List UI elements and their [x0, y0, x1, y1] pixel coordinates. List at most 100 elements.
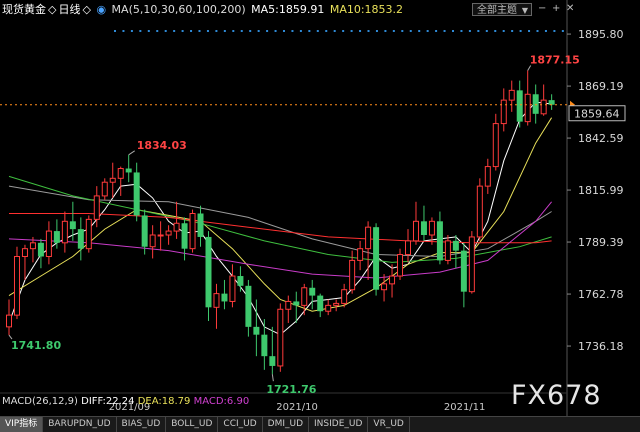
tab-vr-ud[interactable]: VR_UD — [368, 417, 410, 432]
info-dot — [333, 30, 336, 32]
candle — [69, 201, 76, 241]
chart-header: 现货黄金 ◇ 日线 ◇ ◉ MA(5,10,30,60,100,200) MA5:18… — [2, 3, 404, 16]
candle — [157, 221, 164, 251]
symbol-label[interactable]: 现货黄金 — [2, 3, 46, 16]
candle-body — [468, 236, 475, 293]
candle-body — [189, 212, 196, 250]
info-dot — [291, 30, 294, 32]
info-dot — [367, 30, 370, 32]
candle — [21, 244, 28, 280]
info-dot — [468, 30, 471, 32]
tab-bias-ud[interactable]: BIAS_UD — [117, 417, 167, 432]
candle — [189, 209, 196, 253]
ma-params-label: MA(5,10,30,60,100,200) — [111, 3, 246, 16]
candle — [389, 264, 396, 298]
candle-body — [149, 234, 156, 248]
info-dot — [359, 30, 362, 32]
tab-boll-ud[interactable]: BOLL_UD — [166, 417, 219, 432]
info-dot — [375, 30, 378, 32]
info-dot — [206, 30, 209, 32]
tab-cci-ud[interactable]: CCI_UD — [218, 417, 263, 432]
candle — [420, 205, 427, 241]
candle-body — [484, 166, 491, 187]
period-label[interactable]: 日线 — [58, 3, 80, 16]
candle — [213, 283, 220, 329]
info-dot — [536, 30, 539, 32]
candle-body — [261, 334, 268, 357]
info-dot — [249, 30, 252, 32]
candle — [285, 295, 292, 323]
tab-dmi-ud[interactable]: DMI_UD — [263, 417, 310, 432]
info-dot — [418, 30, 421, 32]
y-tick-label: 1895.80 — [578, 28, 624, 41]
info-dot — [561, 30, 564, 32]
candle — [6, 299, 12, 336]
info-dot — [435, 30, 438, 32]
info-dots-row — [114, 30, 564, 32]
candle-body — [444, 240, 451, 261]
minus-icon[interactable]: − — [538, 3, 546, 14]
candle-body — [405, 240, 411, 256]
candle — [317, 293, 324, 318]
tab-inside-ud[interactable]: INSIDE_UD — [309, 417, 369, 432]
candle-body — [285, 300, 292, 310]
close-icon[interactable]: ✕ — [566, 3, 574, 14]
price-annotation: 1834.03 — [137, 139, 187, 152]
candle-body — [548, 100, 555, 105]
ma-visibility-icon[interactable]: ◉ — [96, 3, 106, 16]
theme-select[interactable]: 全部主题 ▼ — [472, 3, 532, 16]
tab-vip-[interactable]: VIP指标 — [0, 417, 44, 432]
candle — [468, 231, 475, 294]
info-dot — [266, 30, 269, 32]
info-dot — [485, 30, 488, 32]
candle-body — [93, 195, 100, 220]
price-annotation: 1877.15 — [530, 54, 580, 67]
candle — [197, 205, 204, 247]
y-tick-label: 1815.99 — [578, 184, 624, 197]
x-tick-label: 2021/10 — [276, 402, 318, 413]
candle-body — [237, 276, 244, 286]
info-dot — [122, 30, 125, 32]
candle-body — [213, 293, 220, 308]
info-dot — [477, 30, 480, 32]
candle-body — [181, 223, 188, 249]
info-dot — [257, 30, 260, 32]
info-dot — [215, 30, 218, 32]
candle — [516, 80, 523, 128]
candle-body — [540, 99, 547, 115]
y-tick-label: 1842.59 — [578, 132, 624, 145]
candle-body — [365, 226, 372, 250]
candle — [237, 266, 244, 292]
indicator-tabs: VIP指标 BARUPDN_UD BIAS_UD BOLL_UD CCI_UD DMI_U… — [0, 416, 640, 432]
info-dot — [190, 30, 193, 32]
info-dot — [511, 30, 514, 32]
candle — [205, 231, 212, 321]
candle-body — [125, 168, 132, 173]
candle — [61, 211, 68, 253]
plus-icon[interactable]: + — [552, 3, 560, 14]
info-dot — [173, 30, 176, 32]
y-tick-label: 1736.18 — [578, 340, 624, 353]
candle-body — [77, 229, 84, 249]
tab-barupdn-ud[interactable]: BARUPDN_UD — [43, 417, 117, 432]
candle-body — [452, 240, 459, 251]
info-dot — [392, 30, 395, 32]
info-dot — [232, 30, 235, 32]
info-dot — [409, 30, 412, 32]
candle — [397, 248, 404, 280]
candle — [29, 236, 36, 263]
info-dot — [502, 30, 505, 32]
info-dot — [114, 30, 116, 32]
candle — [109, 162, 116, 198]
candle-body — [173, 222, 180, 232]
candle-body — [381, 283, 388, 291]
info-dot — [181, 30, 184, 32]
candle — [540, 84, 547, 116]
candle — [548, 94, 555, 110]
candle — [245, 279, 252, 337]
y-tick-label: 1762.78 — [578, 288, 624, 301]
y-tick-label: 1869.19 — [578, 80, 624, 93]
annotation-leader — [128, 150, 135, 156]
candle-body — [349, 259, 356, 291]
candle-body — [397, 254, 404, 277]
